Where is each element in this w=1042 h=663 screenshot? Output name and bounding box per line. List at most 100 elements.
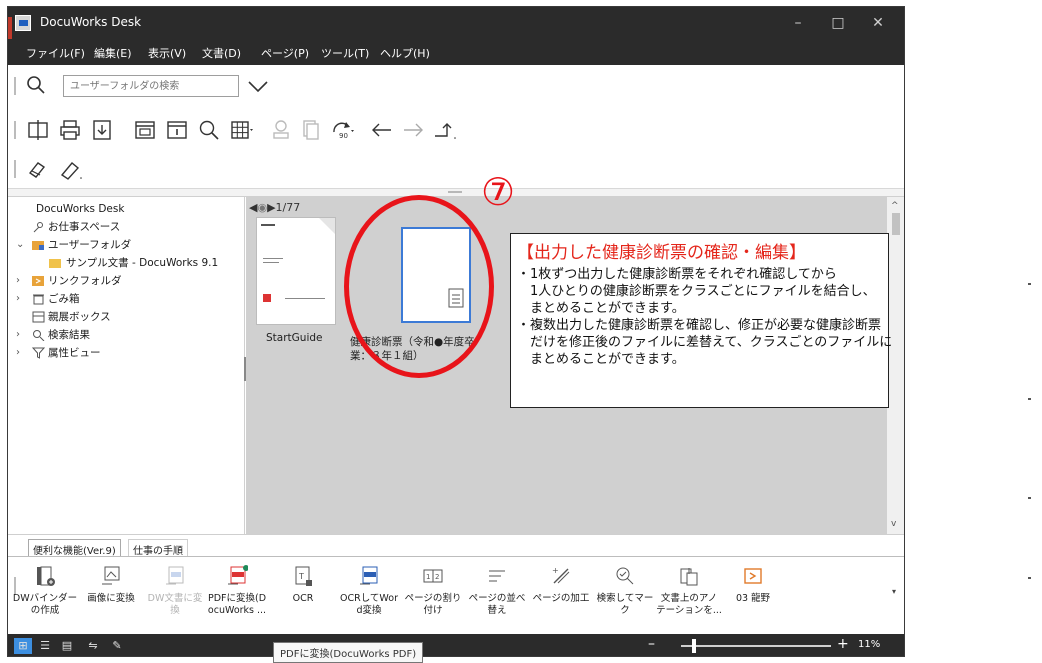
function-bar: DWバインダー の作成 画像に変換 DW文書に変 換 PDFに変換(D ocuW…	[8, 556, 904, 634]
grid-icon[interactable]	[229, 118, 253, 142]
menu-edit[interactable]: 編集(E)	[94, 45, 132, 61]
splitter-grip[interactable]	[448, 191, 462, 193]
function-page-layout[interactable]: 12 ページの割り 付け	[400, 559, 466, 617]
zoom-in-icon[interactable]: +	[837, 636, 849, 652]
svg-text:+: +	[552, 566, 559, 575]
zoom-slider[interactable]	[681, 645, 831, 647]
print-icon[interactable]	[58, 118, 82, 142]
toolbar-grip[interactable]	[14, 121, 16, 139]
minimize-button[interactable]: –	[778, 11, 818, 35]
pdf-convert-icon	[228, 565, 248, 585]
info-icon[interactable]	[165, 118, 189, 142]
search-results-icon	[32, 329, 45, 342]
detail-view-icon[interactable]: ▤	[58, 638, 76, 654]
tooltip: PDFに変換(DocuWorks PDF)	[273, 642, 424, 663]
function-create-binder[interactable]: DWバインダー の作成	[12, 559, 78, 617]
binder-create-icon	[37, 566, 55, 586]
tab-work-procedures[interactable]: 仕事の手順	[128, 539, 188, 557]
thumbnail-view-icon[interactable]: ⊞	[14, 638, 32, 654]
confidential-box-icon	[32, 311, 45, 323]
list-view-icon[interactable]: ☰	[36, 638, 54, 654]
page-reorder-icon	[489, 570, 505, 582]
collapsed-chevron-icon[interactable]: ›	[16, 291, 26, 307]
maximize-button[interactable]: □	[818, 11, 858, 35]
scroll-down-icon[interactable]: v	[891, 519, 896, 529]
function-convert-dw[interactable]: DW文書に変 換	[142, 559, 208, 617]
function-convert-image[interactable]: 画像に変換	[78, 559, 144, 605]
page-layout-icon: 12	[423, 569, 443, 583]
pager[interactable]: ◀◉▶1/77	[249, 201, 300, 214]
toolbar-grip[interactable]	[14, 160, 16, 178]
zoom-out-icon[interactable]: –	[648, 636, 655, 652]
stamp-icon[interactable]	[269, 118, 293, 142]
app-icon	[15, 15, 31, 31]
eraser-icon[interactable]	[58, 157, 82, 181]
document-caption: StartGuide	[266, 332, 323, 344]
expanded-chevron-icon[interactable]: ⌄	[16, 237, 26, 253]
forward-arrow-icon[interactable]	[401, 118, 425, 142]
zoom-level: 11%	[858, 639, 881, 650]
function-convert-pdf[interactable]: PDFに変換(D ocuWorks ...	[204, 559, 270, 617]
margin-mark	[1028, 398, 1031, 400]
menu-view[interactable]: 表示(V)	[148, 45, 186, 61]
search-mark-icon	[616, 567, 634, 585]
download-icon[interactable]	[90, 118, 114, 142]
annotation-icon[interactable]	[26, 157, 50, 181]
function-ocr-word[interactable]: OCRしてWor d変換	[336, 559, 402, 617]
copy-icon[interactable]	[298, 118, 322, 142]
menu-bar: ファイル(F) 編集(E) 表示(V) 文書(D) ページ(P) ツール(T) …	[8, 39, 904, 65]
binder-icon[interactable]	[133, 118, 157, 142]
ocr-icon: T	[295, 566, 312, 586]
tree-root[interactable]: DocuWorks Desk	[36, 201, 124, 217]
function-search-mark[interactable]: 検索してマーク	[592, 559, 658, 617]
margin-mark	[1028, 577, 1031, 579]
menu-help[interactable]: ヘルプ(H)	[380, 45, 430, 61]
toolbar-grip[interactable]	[14, 77, 16, 95]
page-edit-icon: +	[552, 566, 570, 584]
menu-tools[interactable]: ツール(T)	[321, 45, 369, 61]
zoom-icon[interactable]	[197, 118, 221, 142]
menu-page[interactable]: ページ(P)	[261, 45, 309, 61]
function-page-reorder[interactable]: ページの並べ 替え	[464, 559, 530, 617]
function-page-edit[interactable]: + ページの加工	[528, 559, 594, 605]
collapsed-chevron-icon[interactable]: ›	[16, 327, 26, 343]
back-arrow-icon[interactable]	[370, 118, 394, 142]
search-input[interactable]	[63, 75, 239, 97]
zoom-slider-thumb[interactable]	[692, 639, 696, 653]
scroll-up-icon[interactable]: ^	[891, 201, 899, 211]
split-icon[interactable]	[26, 118, 50, 142]
annotation-export-icon	[680, 568, 698, 586]
close-button[interactable]: ✕	[858, 11, 898, 35]
document-thumbnail-startguide[interactable]	[256, 217, 336, 325]
next-page-icon[interactable]: ▶	[267, 201, 275, 214]
search-icon[interactable]	[26, 75, 46, 95]
screen: DocuWorks Desk – □ ✕ ファイル(F) 編集(E) 表示(V)…	[0, 0, 1042, 663]
menu-file[interactable]: ファイル(F)	[26, 45, 85, 61]
window-edge-marker	[8, 17, 12, 39]
collapsed-chevron-icon[interactable]: ›	[16, 345, 26, 361]
rotate-icon[interactable]: 90	[330, 118, 354, 142]
bottom-tab-strip: 便利な機能(Ver.9) 仕事の手順	[8, 534, 904, 557]
function-annotation-export[interactable]: 文書上のアノ テーションを...	[656, 559, 722, 617]
function-ocr[interactable]: T OCR	[270, 559, 336, 605]
callout-line: ・複数出力した健康診断票を確認し、修正が必要な健康診断票	[517, 318, 882, 333]
vertical-scrollbar[interactable]: ^ v	[887, 197, 904, 534]
menu-document[interactable]: 文書(D)	[202, 45, 241, 61]
image-convert-icon	[102, 566, 120, 585]
function-folder-tatsuno[interactable]: 03 龍野	[720, 559, 786, 605]
toolbar-area: 90	[8, 65, 904, 189]
compare-icon[interactable]: ⇋	[84, 638, 102, 654]
collapsed-chevron-icon[interactable]: ›	[16, 273, 26, 289]
pen-icon[interactable]: ✎	[108, 638, 126, 654]
horizontal-splitter[interactable]	[8, 189, 904, 197]
scroll-thumb[interactable]	[892, 213, 900, 235]
folder-icon	[49, 257, 62, 268]
svg-text:T: T	[298, 572, 304, 581]
up-arrow-icon[interactable]	[433, 118, 457, 142]
callout-line: だけを修正後のファイルに差替えて、クラスごとのファイルに	[517, 335, 893, 350]
function-bar-more-icon[interactable]: ▾	[892, 587, 896, 596]
tab-useful-functions[interactable]: 便利な機能(Ver.9)	[28, 539, 121, 557]
filter-icon	[31, 347, 46, 359]
search-dropdown-chevron-icon[interactable]	[246, 74, 270, 98]
view-icon[interactable]: ◉	[257, 201, 267, 214]
